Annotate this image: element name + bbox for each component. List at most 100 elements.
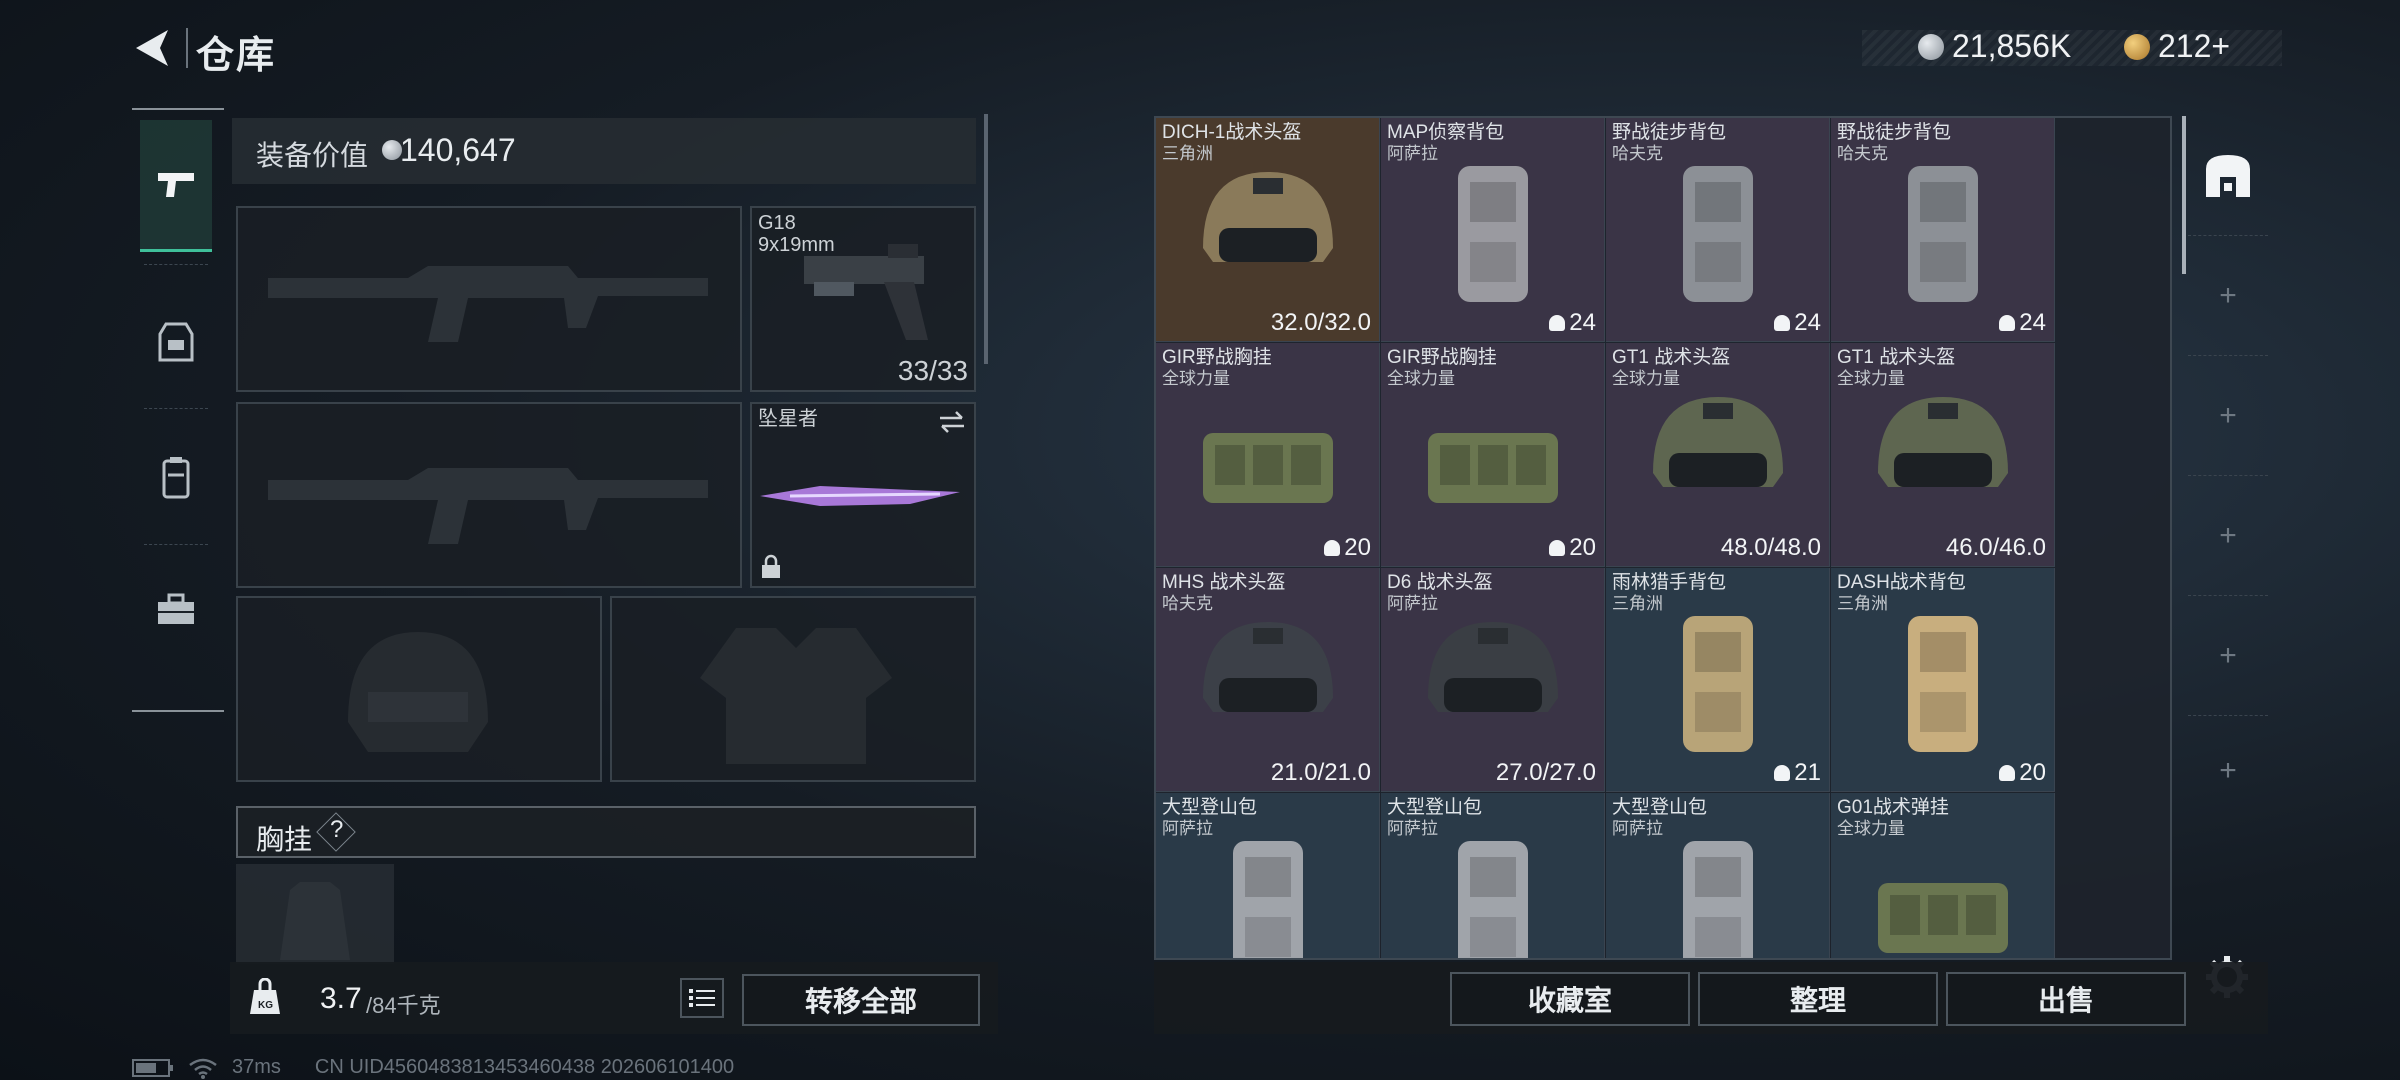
capacity-value: 20 (2019, 759, 2046, 786)
add-storage-tab[interactable]: + (2188, 356, 2268, 476)
currency-premium[interactable]: 212+ (2124, 28, 2230, 65)
sidebar-tab-case[interactable] (140, 544, 212, 676)
equipment-value-label: 装备价值 (256, 140, 369, 171)
list-view-button[interactable] (680, 978, 724, 1018)
melee-name: 坠星者 (758, 408, 818, 430)
sidearm-slot[interactable]: G18 9x19mm 33/33 (750, 206, 976, 392)
sell-button[interactable]: 出售 (1946, 972, 2186, 1026)
item-durability: 27.0/27.0 (1495, 759, 1596, 786)
premium-amount: 212+ (2158, 28, 2231, 64)
equipment-scrollbar[interactable] (984, 114, 988, 364)
wifi-icon (189, 1058, 217, 1079)
inventory-scrollbar[interactable] (2182, 116, 2186, 274)
inventory-item[interactable]: GIR野战胸挂 全球力量 20 (1156, 343, 1380, 567)
add-storage-tab[interactable]: + (2188, 476, 2268, 596)
inventory-item[interactable]: MHS 战术头盔 哈夫克 21.0/21.0 (1156, 568, 1380, 792)
item-durability: 46.0/46.0 (1945, 534, 2046, 561)
helmet-item-icon (1203, 622, 1333, 712)
backpack-item-icon (1683, 841, 1753, 958)
storage-tab-main[interactable] (2188, 116, 2268, 236)
sidebar-tab-weapons[interactable] (140, 120, 212, 252)
armor-placeholder-icon (700, 628, 892, 764)
item-faction: 阿萨拉 (1162, 819, 1213, 838)
knife-item-icon (760, 486, 960, 506)
capacity-icon (1774, 315, 1791, 331)
capacity-value: 20 (1344, 534, 1371, 561)
item-name: D6 战术头盔 (1387, 572, 1493, 593)
coin-icon (1918, 33, 1944, 60)
inventory-item[interactable]: GT1 战术头盔 全球力量 48.0/48.0 (1606, 343, 1830, 567)
capacity-value: 21 (1794, 759, 1821, 786)
item-name: 大型登山包 (1612, 797, 1708, 818)
list-icon (689, 989, 715, 1007)
item-name: G01战术弹挂 (1837, 797, 1949, 818)
back-button[interactable] (128, 22, 180, 74)
secondary-weapon-slot[interactable] (236, 402, 742, 588)
swap-icon[interactable] (938, 410, 966, 434)
item-capacity: 20 (1549, 534, 1596, 562)
warehouse-icon (2206, 154, 2250, 197)
item-faction: 哈夫克 (1162, 594, 1213, 613)
item-faction: 三角洲 (1612, 594, 1663, 613)
weight-capacity: /84千克 (366, 993, 441, 1018)
add-storage-tab[interactable]: + (2188, 236, 2268, 356)
inventory-item[interactable]: DASH战术背包 三角洲 20 (1831, 568, 2055, 792)
inventory-item[interactable]: D6 战术头盔 阿萨拉 27.0/27.0 (1381, 568, 1605, 792)
currency-coin[interactable]: 21,856K (1918, 28, 2071, 65)
item-durability: 21.0/21.0 (1270, 759, 1371, 786)
item-faction: 全球力量 (1837, 369, 1905, 388)
item-name: 大型登山包 (1162, 797, 1258, 818)
backpack-item-icon (1683, 616, 1753, 752)
inventory-item[interactable]: DICH-1战术头盔 三角洲 32.0/32.0 (1156, 118, 1380, 342)
title-divider (186, 28, 188, 68)
sidearm-ammo-count: 33/33 (897, 355, 968, 386)
item-faction: 阿萨拉 (1387, 144, 1438, 163)
item-durability: 48.0/48.0 (1720, 534, 1821, 561)
primary-weapon-slot[interactable] (236, 206, 742, 392)
rig-placeholder-icon (280, 882, 350, 960)
inventory-item[interactable]: GIR野战胸挂 全球力量 20 (1381, 343, 1605, 567)
chest-rig-slot[interactable] (236, 864, 394, 964)
help-icon[interactable]: ? (330, 816, 343, 844)
sidebar-tab-armor[interactable] (140, 276, 212, 408)
transfer-all-button[interactable]: 转移全部 (742, 974, 980, 1026)
item-name: 雨林猎手背包 (1612, 572, 1727, 593)
item-faction: 阿萨拉 (1612, 819, 1663, 838)
helmet-slot[interactable] (236, 596, 602, 782)
inventory-item[interactable]: MAP侦察背包 阿萨拉 24 (1381, 118, 1605, 342)
item-faction: 三角洲 (1162, 144, 1213, 163)
inventory-item[interactable]: 大型登山包 阿萨拉 (1606, 793, 1830, 958)
capacity-icon (1999, 765, 2016, 781)
rifle-placeholder-icon (268, 266, 708, 342)
item-faction: 阿萨拉 (1387, 594, 1438, 613)
inventory-item[interactable]: G01战术弹挂 全球力量 (1831, 793, 2055, 958)
inventory-item[interactable]: 大型登山包 阿萨拉 (1156, 793, 1380, 958)
item-name: GT1 战术头盔 (1837, 347, 1956, 368)
melee-slot[interactable]: 坠星者 (750, 402, 976, 588)
inventory-item[interactable]: GT1 战术头盔 全球力量 46.0/46.0 (1831, 343, 2055, 567)
armor-slot[interactable] (610, 596, 976, 782)
item-name: DASH战术背包 (1837, 572, 1966, 593)
weight-current: 3.7 (320, 982, 362, 1015)
inventory-item[interactable]: 雨林猎手背包 三角洲 21 (1606, 568, 1830, 792)
inventory-item[interactable]: 野战徒步背包 哈夫克 24 (1831, 118, 2055, 342)
add-storage-tab[interactable]: + (2188, 596, 2268, 716)
sidebar-tab-backpack[interactable] (140, 412, 212, 544)
equipment-value: 140,647 (400, 132, 516, 168)
ping-text: 37ms (232, 1056, 281, 1078)
lock-icon (762, 554, 780, 578)
chest-rig-label: 胸挂 (256, 824, 313, 855)
item-faction: 全球力量 (1837, 819, 1905, 838)
inventory-item[interactable]: 野战徒步背包 哈夫克 24 (1606, 118, 1830, 342)
backpack-item-icon (1458, 166, 1528, 302)
item-name: DICH-1战术头盔 (1162, 122, 1302, 143)
inventory-grid: DICH-1战术头盔 三角洲 32.0/32.0 MAP侦察背包 阿萨拉 24 野战徒步… (1154, 116, 2172, 960)
storage-tabs: + + + + + (2188, 116, 2268, 966)
inventory-item[interactable]: 大型登山包 阿萨拉 (1381, 793, 1605, 958)
capacity-value: 24 (1794, 309, 1821, 336)
collection-room-button[interactable]: 收藏室 (1450, 972, 1690, 1026)
back-arrow-icon (136, 30, 168, 66)
item-faction: 哈夫克 (1612, 144, 1663, 163)
organize-button[interactable]: 整理 (1698, 972, 1938, 1026)
add-storage-tab[interactable]: + (2188, 716, 2268, 826)
